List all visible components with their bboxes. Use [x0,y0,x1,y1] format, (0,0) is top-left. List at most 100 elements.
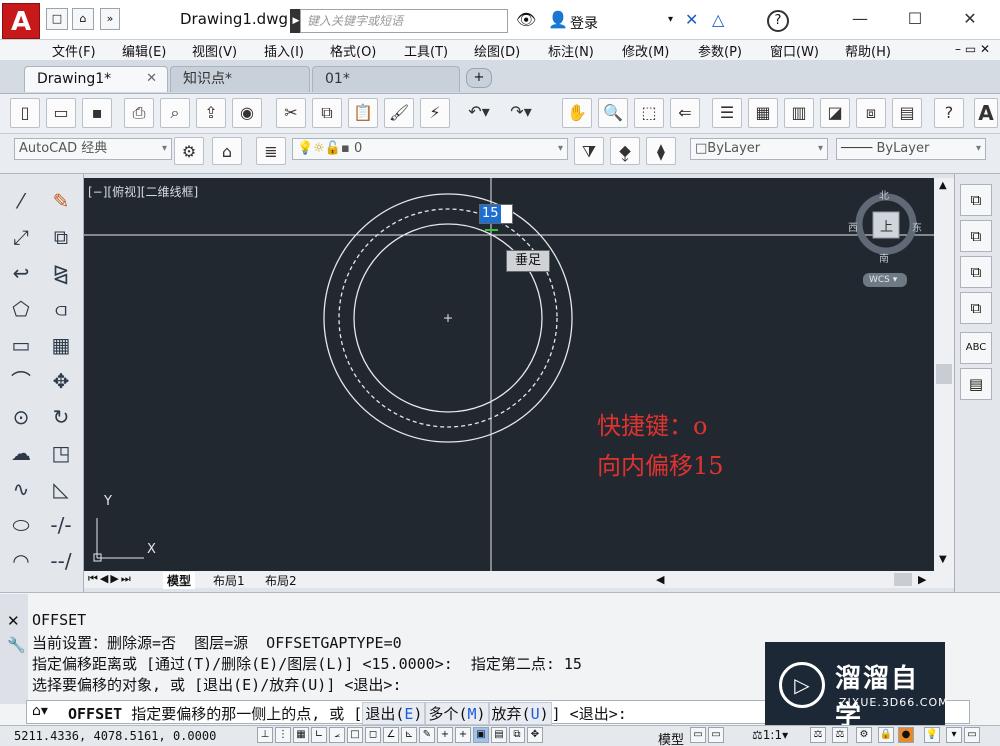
extend-icon[interactable]: --/ [44,544,78,578]
scroll-up-icon[interactable]: ▲ [939,180,947,191]
close-command-line-icon[interactable]: ✕ [7,612,20,630]
search-input[interactable]: 键入关键字或短语 [300,9,508,33]
ellipse-arc-icon[interactable]: ◠ [4,544,38,578]
zoom-previous-icon[interactable]: ⇐ [670,98,700,128]
tab-01[interactable]: 01* [312,66,460,92]
polygon-icon[interactable]: ⬠ [4,292,38,326]
scroll-down-icon[interactable]: ▼ [939,554,947,565]
isolate-objects-icon[interactable]: 💡 [924,727,940,743]
tab-layout1[interactable]: 布局1 [210,572,248,589]
option-undo[interactable]: 放弃(U) [488,702,552,725]
status-menu-icon[interactable]: ▾ [946,727,962,743]
paste-icon[interactable]: 📋 [348,98,378,128]
auto-scale-icon[interactable]: ⚖ [832,727,848,743]
plot-preview-icon[interactable]: ⌕ [160,98,190,128]
arc-icon[interactable]: ⌒ [4,364,38,398]
login-link[interactable]: 登录 [570,13,598,33]
quick-view-drawings-icon[interactable]: ▭ [708,727,724,743]
layer-previous-icon[interactable]: ⧪ [610,137,640,165]
rectangle-icon[interactable]: ▭ [4,328,38,362]
layout-nav-arrows[interactable]: ⏮◀▶⏭ [88,572,133,586]
scroll-left-icon[interactable]: ◀ [656,573,664,586]
polyline-icon[interactable]: ↩ [4,256,38,290]
viewcube-south[interactable]: 南 [879,250,889,265]
grid-display-icon[interactable]: ▦ [293,727,309,743]
close-window-button[interactable]: ✕ [955,6,985,32]
annotation-monitor-icon[interactable]: ⧉ [509,727,525,743]
cut-icon[interactable]: ✂ [276,98,306,128]
command-prompt-text[interactable]: OFFSET 指定要偏移的那一侧上的点, 或 [退出(E) 多个(M) 放弃(U)]… [68,702,627,725]
menu-parametric[interactable]: 参数(P) [698,41,742,60]
menu-dimension[interactable]: 标注(N) [548,41,594,60]
text-style-icon[interactable]: A [974,98,998,128]
wcs-menu[interactable]: WCS ▾ [863,273,907,287]
zoom-window-icon[interactable]: ⬚ [634,98,664,128]
option-exit[interactable]: 退出(E) [362,702,426,725]
construction-line-icon[interactable]: ⤢ [4,220,38,254]
linetype-dropdown[interactable]: ──── ByLayer ▾ [836,138,986,160]
annotation-visibility-icon[interactable]: ⚖ [810,727,826,743]
plot-icon[interactable]: ⎙ [124,98,154,128]
tab-model[interactable]: 模型 [163,572,196,589]
copy-icon[interactable]: ⧉ [312,98,342,128]
menu-view[interactable]: 视图(V) [192,41,237,60]
viewcube-west[interactable]: 西 [848,219,858,234]
make-current-layer-icon[interactable]: ⧩ [574,137,604,165]
ortho-mode-icon[interactable]: ∟ [311,727,327,743]
dynamic-ucs-icon[interactable]: ⊾ [401,727,417,743]
login-dropdown-icon[interactable]: ▾ [668,14,673,25]
annotation-scale[interactable]: ⚖1:1▾ [752,728,788,742]
scale-icon[interactable]: ◳ [44,436,78,470]
pan-icon[interactable]: ✋ [562,98,592,128]
workspace-settings-icon[interactable]: ⚙ [174,137,204,165]
move-icon[interactable]: ✥ [44,364,78,398]
new-file-icon[interactable]: □ [46,8,68,30]
save-icon[interactable]: ▪ [82,98,112,128]
markup-icon[interactable]: ⧈ [856,98,886,128]
layer-states-icon[interactable]: ⧫ [646,137,676,165]
lineweight-icon[interactable]: + [437,727,453,743]
publish-icon[interactable]: ⇪ [196,98,226,128]
trim-icon[interactable]: -/- [44,508,78,542]
viewcube-east[interactable]: 东 [912,219,922,234]
mirror-icon[interactable]: ⧎ [44,256,78,290]
viewcube-top-face[interactable]: 上 [880,216,893,235]
copy-object-icon[interactable]: ⧉ [44,220,78,254]
quick-view-layouts-icon[interactable]: ▭ [690,727,706,743]
transparency-icon[interactable]: + [455,727,471,743]
object-snap-tracking-icon[interactable]: ∠ [383,727,399,743]
color-dropdown[interactable]: □ByLayer ▾ [690,138,828,160]
properties-icon[interactable]: ☰ [712,98,742,128]
doc-window-controls[interactable]: – ▭ ✕ [955,42,990,56]
autocad-logo-button[interactable]: A [2,3,40,39]
send-under-icon[interactable]: ⧉ [960,292,992,324]
dynamic-input-field[interactable]: 15 [479,204,513,224]
exchange-icon[interactable]: ✕ [685,10,698,29]
erase-icon[interactable]: ✎ [44,184,78,218]
snap-mode-icon[interactable]: ⋮ [275,727,291,743]
minimize-button[interactable]: — [845,6,875,32]
open-file-icon[interactable]: ⌂ [72,8,94,30]
vertical-scrollbar[interactable]: ▲ ▼ [934,178,954,571]
scroll-right-icon[interactable]: ▶ [918,573,926,586]
vertical-scroll-thumb[interactable] [936,364,952,384]
line-icon[interactable]: ⁄ [4,184,38,218]
menu-draw[interactable]: 绘图(D) [474,41,520,60]
hatch-to-back-icon[interactable]: ▤ [960,368,992,400]
open-icon[interactable]: ▭ [46,98,76,128]
menu-window[interactable]: 窗口(W) [770,41,819,60]
gizmo-icon[interactable]: ✥ [527,727,543,743]
dynamic-input-icon[interactable]: ✎ [419,727,435,743]
workspace-dropdown[interactable]: AutoCAD 经典 ▾ [14,138,172,160]
lock-ui-icon[interactable]: 🔒 [878,727,894,743]
layer-properties-icon[interactable]: ≣ [256,137,286,165]
tab-layout2[interactable]: 布局2 [262,572,300,589]
menu-edit[interactable]: 编辑(E) [122,41,166,60]
menu-format[interactable]: 格式(O) [330,41,376,60]
redo-icon[interactable]: ↷▾ [506,98,536,128]
array-icon[interactable]: ▦ [44,328,78,362]
clean-screen-icon[interactable]: ▭ [964,727,980,743]
quickcalc-icon[interactable]: ▤ [892,98,922,128]
block-editor-icon[interactable]: ⚡ [420,98,450,128]
tab-knowledge-point[interactable]: 知识点* [170,66,310,92]
